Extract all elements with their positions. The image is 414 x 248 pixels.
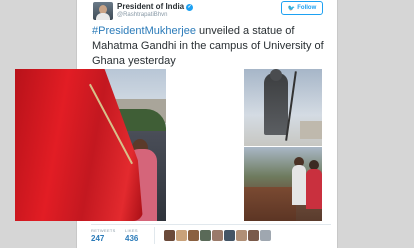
liker-avatar[interactable] [200,230,211,241]
twitter-bird-icon: 🐦 [287,5,296,12]
follow-label: Follow [297,5,317,11]
tweet-text: #PresidentMukherjee unveiled a statue of… [92,24,332,69]
photo-building [300,121,322,139]
photo-statue[interactable] [244,69,322,146]
display-name[interactable]: President of India ✓ [117,2,194,11]
retweets-count[interactable]: 247 [91,234,104,243]
likes-label: LIKES [125,228,138,233]
stats-divider [91,224,331,225]
liker-avatar[interactable] [164,230,175,241]
follow-button[interactable]: 🐦 Follow [281,1,323,15]
photo-crowd-pedestal[interactable] [244,147,322,221]
liker-avatar[interactable] [212,230,223,241]
liker-avatar[interactable] [176,230,187,241]
liker-avatar[interactable] [236,230,247,241]
hashtag-link[interactable]: #PresidentMukherjee [92,25,196,37]
retweets-label: RETWEETS [91,228,116,233]
liker-avatar[interactable] [248,230,259,241]
liker-avatar[interactable] [224,230,235,241]
photo-pedestal [244,187,296,221]
avatar-body [96,13,110,20]
likes-count[interactable]: 436 [125,234,138,243]
photo-person [292,165,306,205]
stats-separator [154,227,155,244]
photo-statue-head [270,69,282,81]
liker-avatar[interactable] [188,230,199,241]
verified-badge-icon: ✓ [186,4,194,11]
avatar[interactable] [93,2,113,20]
photo-statue-body [264,73,288,135]
photo-unveiling[interactable] [15,69,166,221]
user-handle[interactable]: @RashtrapatiBhvn [117,12,167,18]
photo-person [306,169,322,209]
liker-avatar[interactable] [260,230,271,241]
display-name-text: President of India [117,2,185,11]
